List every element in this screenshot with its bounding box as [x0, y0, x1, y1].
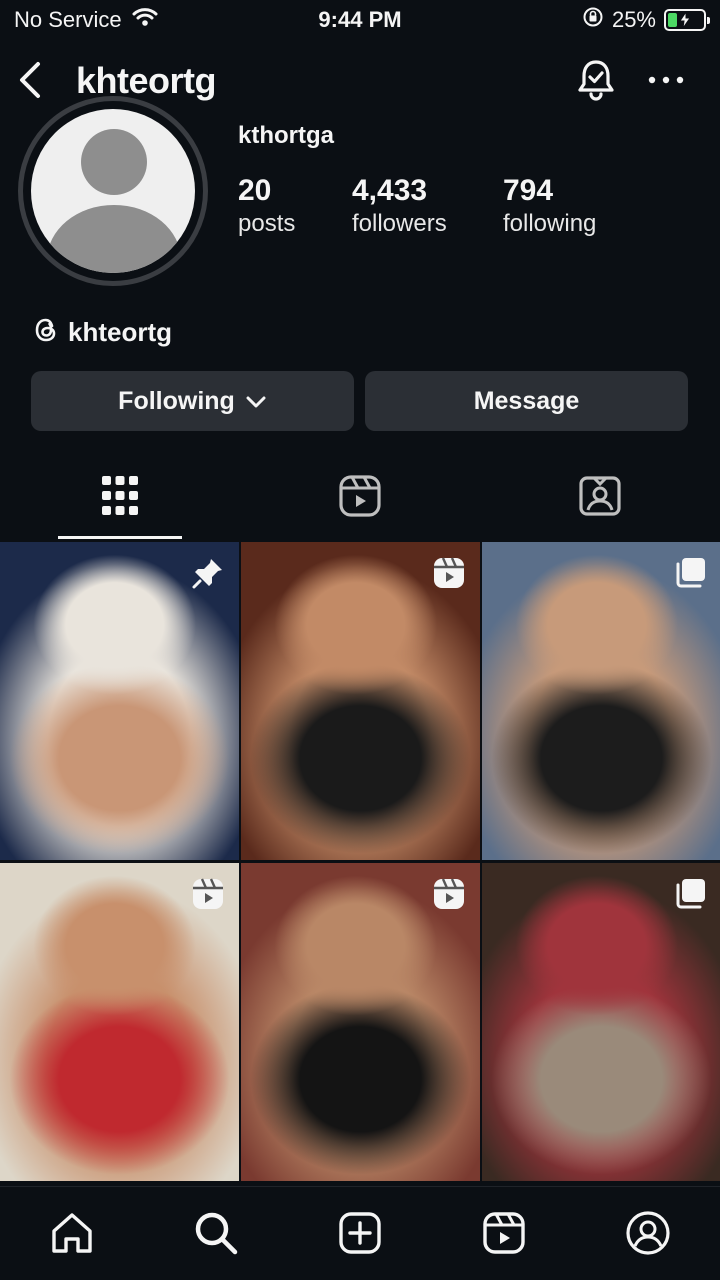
stat-following[interactable]: 794 following [503, 174, 596, 238]
stat-value: 4,433 [352, 174, 428, 207]
pin-icon [191, 556, 225, 590]
chevron-down-icon [245, 387, 267, 416]
tab-posts-grid[interactable] [0, 458, 240, 538]
active-tab-indicator [58, 536, 182, 539]
create-icon[interactable] [336, 1209, 384, 1257]
bottom-nav [0, 1186, 720, 1280]
home-icon[interactable] [48, 1209, 96, 1257]
status-bar: No Service 9:44 PM 25% [0, 0, 720, 40]
threads-link[interactable]: khteortg [32, 316, 172, 349]
notification-bell-icon[interactable] [574, 58, 618, 102]
orientation-lock-icon [582, 6, 604, 34]
battery-percent: 25% [611, 7, 656, 32]
stat-value: 20 [238, 174, 272, 207]
reels-icon [338, 474, 382, 523]
tagged-icon [578, 474, 622, 523]
post-grid [0, 542, 720, 1184]
threads-handle: khteortg [68, 317, 172, 347]
avatar[interactable] [18, 96, 208, 286]
reel-icon [432, 877, 466, 911]
back-chevron-icon[interactable] [14, 60, 48, 100]
battery-charging-icon [664, 9, 710, 31]
battery-level [668, 13, 677, 27]
search-icon[interactable] [192, 1209, 240, 1257]
post-thumbnail[interactable] [482, 863, 720, 1181]
stat-posts[interactable]: 20 posts [238, 174, 295, 238]
following-label: Following [118, 386, 235, 415]
post-thumbnail[interactable] [0, 863, 239, 1181]
stat-followers[interactable]: 4,433 followers [352, 174, 447, 238]
carousel-icon [673, 877, 707, 911]
threads-icon [32, 316, 60, 349]
stat-label: followers [352, 210, 447, 237]
post-thumbnail[interactable] [241, 863, 480, 1181]
tab-reels[interactable] [240, 458, 480, 538]
carousel-icon [673, 556, 707, 590]
post-thumbnail[interactable] [482, 542, 720, 860]
stat-value: 794 [503, 174, 554, 207]
message-label: Message [473, 386, 580, 415]
tab-tagged[interactable] [480, 458, 720, 538]
post-thumbnail[interactable] [0, 542, 239, 860]
profile-tabs [0, 458, 720, 540]
stat-label: posts [238, 210, 296, 237]
grid-icon [101, 475, 139, 522]
message-button[interactable]: Message [365, 371, 688, 431]
stat-label: following [503, 210, 597, 237]
profile-page: No Service 9:44 PM 25% khteortg kthortga… [0, 0, 720, 1280]
more-dots-icon[interactable] [646, 62, 686, 98]
profile-username: khteortg [76, 60, 217, 101]
post-thumbnail[interactable] [241, 542, 480, 860]
following-button[interactable]: Following [31, 371, 354, 431]
reels-icon[interactable] [480, 1209, 528, 1257]
reel-icon [432, 556, 466, 590]
display-name: kthortga [238, 122, 334, 149]
profile-icon[interactable] [624, 1209, 672, 1257]
reel-icon [191, 877, 225, 911]
default-avatar-icon [31, 109, 195, 273]
